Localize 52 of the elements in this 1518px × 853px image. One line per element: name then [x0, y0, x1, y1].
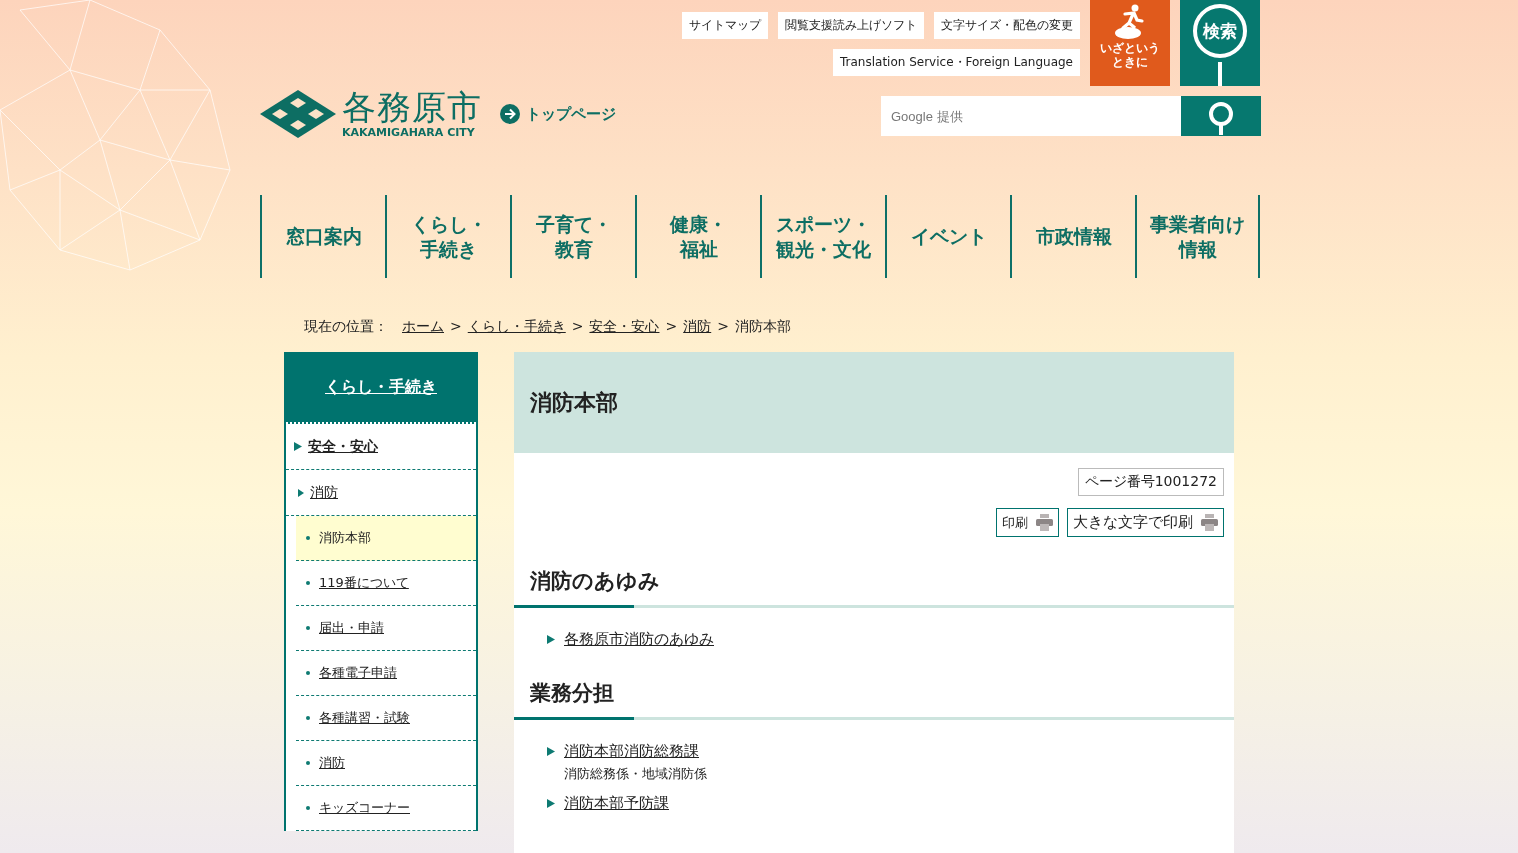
logo-name: 各務原市: [342, 90, 482, 124]
triangle-icon: [294, 442, 302, 451]
section-heading: 業務分担: [530, 680, 615, 707]
nav-item[interactable]: 子育て・ 教育: [510, 195, 635, 278]
breadcrumb-label: 現在の位置：: [304, 318, 388, 336]
breadcrumb-link[interactable]: 消防: [683, 318, 712, 352]
utility-link[interactable]: サイトマップ: [682, 12, 768, 39]
page-number: ページ番号1001272: [1077, 468, 1224, 496]
nav-item[interactable]: 健康・ 福祉: [635, 195, 760, 278]
nav-item[interactable]: 市政情報: [1010, 195, 1135, 278]
logo-subtitle: KAKAMIGAHARA CITY: [342, 127, 476, 138]
print-button[interactable]: 印刷: [996, 508, 1059, 537]
nav-item[interactable]: 事業者向け 情報: [1135, 195, 1260, 278]
utility-link[interactable]: 文字サイズ・配色の変更: [934, 12, 1080, 39]
link-note: 消防総務係・地域消防係: [564, 765, 708, 783]
search-button[interactable]: 検索: [1180, 0, 1260, 86]
utility-link[interactable]: 閲覧支援読み上げソフト: [778, 12, 924, 39]
sidebar-link[interactable]: 安全・安心: [308, 437, 378, 456]
nav-item[interactable]: くらし・ 手続き: [385, 195, 510, 278]
triangle-icon: [547, 747, 555, 756]
sidebar-item[interactable]: 消防本部: [296, 516, 476, 561]
sidebar-title-link[interactable]: くらし・手続き: [325, 376, 437, 398]
nav-item[interactable]: イベント: [885, 195, 1010, 278]
breadcrumb-separator: >: [450, 318, 462, 336]
sidebar-link[interactable]: 消防: [310, 483, 338, 502]
content-link[interactable]: 消防本部消防総務課: [564, 742, 699, 761]
section-heading: 消防のあゆみ: [530, 568, 661, 595]
printer-icon: [1036, 514, 1053, 531]
nav-item[interactable]: スポーツ・ 観光・文化: [760, 195, 885, 278]
breadcrumb-link[interactable]: 安全・安心: [589, 318, 660, 352]
search-icon: [1206, 100, 1236, 135]
triangle-icon: [547, 799, 555, 808]
content-link[interactable]: 各務原市消防のあゆみ: [564, 630, 714, 649]
breadcrumb-separator: >: [717, 318, 729, 336]
triangle-icon: [547, 635, 555, 644]
nav-item[interactable]: 窓口案内: [260, 195, 385, 278]
search-field[interactable]: Google 提供: [881, 96, 1181, 136]
breadcrumb-separator: >: [571, 318, 584, 336]
print-button[interactable]: 大きな文字で印刷: [1067, 508, 1224, 537]
content-link[interactable]: 消防本部予防課: [564, 794, 669, 813]
page-title: 消防本部: [530, 388, 618, 417]
triangle-icon: [298, 488, 304, 497]
breadcrumb-separator: >: [665, 318, 678, 336]
current-page-label: 消防本部: [734, 318, 791, 336]
utility-link[interactable]: Translation Service・Foreign Language: [833, 49, 1080, 76]
logo-icon: [260, 90, 336, 138]
search-submit-button[interactable]: [1181, 96, 1261, 136]
top-page-link[interactable]: トップページ: [526, 104, 616, 124]
printer-icon: [1201, 514, 1218, 531]
breadcrumb-link[interactable]: ホーム: [402, 318, 444, 352]
emergency-button[interactable]: いざというときに: [1090, 0, 1170, 86]
breadcrumb-link[interactable]: くらし・手続き: [467, 318, 566, 352]
